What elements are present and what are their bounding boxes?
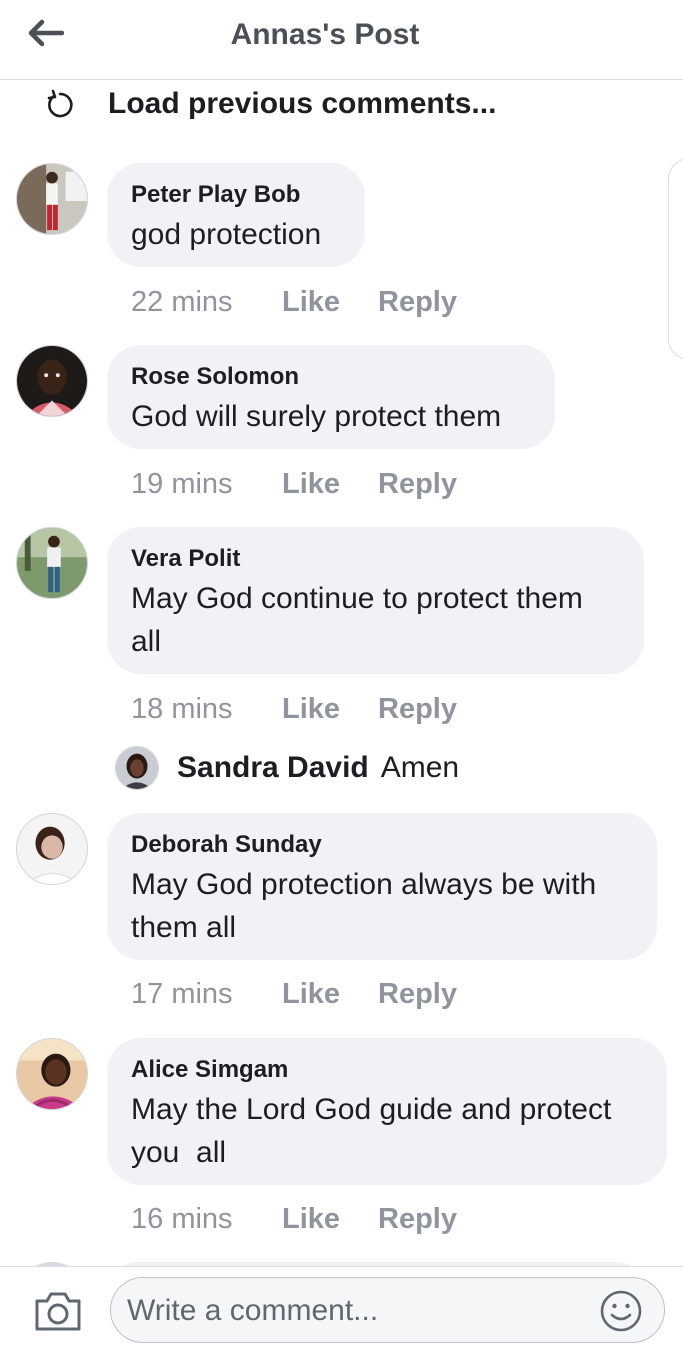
comment-composer: [0, 1266, 683, 1345]
reply-button[interactable]: Reply: [378, 286, 457, 319]
refresh-icon: [47, 89, 73, 118]
emoji-icon: [600, 1290, 642, 1332]
comment-text: god protection: [131, 218, 322, 251]
like-button[interactable]: Like: [282, 978, 378, 1011]
comment-actions: 18 mins Like Reply: [131, 691, 457, 727]
comment-author[interactable]: Rose Solomon: [131, 363, 531, 391]
like-button[interactable]: Like: [282, 1203, 378, 1236]
avatar[interactable]: [16, 345, 88, 417]
comment-actions: 16 mins Like Reply: [131, 1201, 457, 1237]
like-button[interactable]: Like: [282, 693, 378, 726]
avatar[interactable]: [16, 527, 88, 599]
avatar[interactable]: [16, 813, 88, 885]
like-button[interactable]: Like: [282, 468, 378, 501]
comment-bubble: Vera Polit May God continue to protect t…: [107, 527, 644, 674]
comment-text: May God protection always be with them a…: [131, 868, 597, 944]
reply-button[interactable]: Reply: [378, 693, 457, 726]
comment-actions: 19 mins Like Reply: [131, 466, 457, 502]
comment-text: May God continue to protect them all: [131, 582, 583, 658]
reply-author[interactable]: Sandra David: [177, 751, 369, 785]
comment-text: God will surely protect them: [131, 400, 502, 433]
post-comments-page: Annas's Post Load previous comments... P…: [0, 0, 683, 1345]
like-button[interactable]: Like: [282, 286, 378, 319]
comment-time: 19 mins: [131, 467, 233, 500]
comment-author[interactable]: Alice Simgam: [131, 1056, 643, 1084]
header-bar: Annas's Post: [0, 0, 683, 80]
comment-input[interactable]: [125, 1288, 599, 1334]
comment-time: 18 mins: [131, 692, 233, 725]
reply-button[interactable]: Reply: [378, 468, 457, 501]
comment-text: May the Lord God guide and protect you a…: [131, 1093, 620, 1169]
comment-actions: 22 mins Like Reply: [131, 284, 457, 320]
reply-text: Amen: [380, 751, 460, 784]
load-previous-label: Load previous comments...: [108, 87, 497, 120]
comment-bubble: Rose Solomon God will surely protect the…: [107, 345, 555, 449]
comment-author[interactable]: Vera Polit: [131, 545, 620, 573]
reply-button[interactable]: Reply: [378, 1203, 457, 1236]
comment-bubble: Alice Simgam May the Lord God guide and …: [107, 1038, 667, 1185]
avatar[interactable]: [16, 163, 88, 235]
camera-button[interactable]: [33, 1289, 83, 1333]
emoji-button[interactable]: [599, 1289, 643, 1333]
comment-time: 22 mins: [131, 285, 233, 318]
side-card-edge: [668, 158, 683, 360]
comment-time: 17 mins: [131, 977, 233, 1010]
camera-icon: [35, 1292, 81, 1331]
comment-author[interactable]: Peter Play Bob: [131, 181, 341, 209]
reply-preview[interactable]: Sandra David Amen: [115, 745, 459, 791]
comment-time: 16 mins: [131, 1202, 233, 1235]
load-previous-comments-button[interactable]: Load previous comments...: [44, 86, 496, 122]
avatar[interactable]: [115, 746, 159, 790]
page-title: Annas's Post: [230, 18, 420, 51]
reply-button[interactable]: Reply: [378, 978, 457, 1011]
comment-input-wrapper[interactable]: [110, 1277, 665, 1343]
avatar[interactable]: [16, 1038, 88, 1110]
comment-bubble: Peter Play Bob god protection: [107, 163, 365, 267]
comment-bubble: Deborah Sunday May God protection always…: [107, 813, 657, 960]
comment-actions: 17 mins Like Reply: [131, 976, 457, 1012]
comment-author[interactable]: Deborah Sunday: [131, 831, 633, 859]
